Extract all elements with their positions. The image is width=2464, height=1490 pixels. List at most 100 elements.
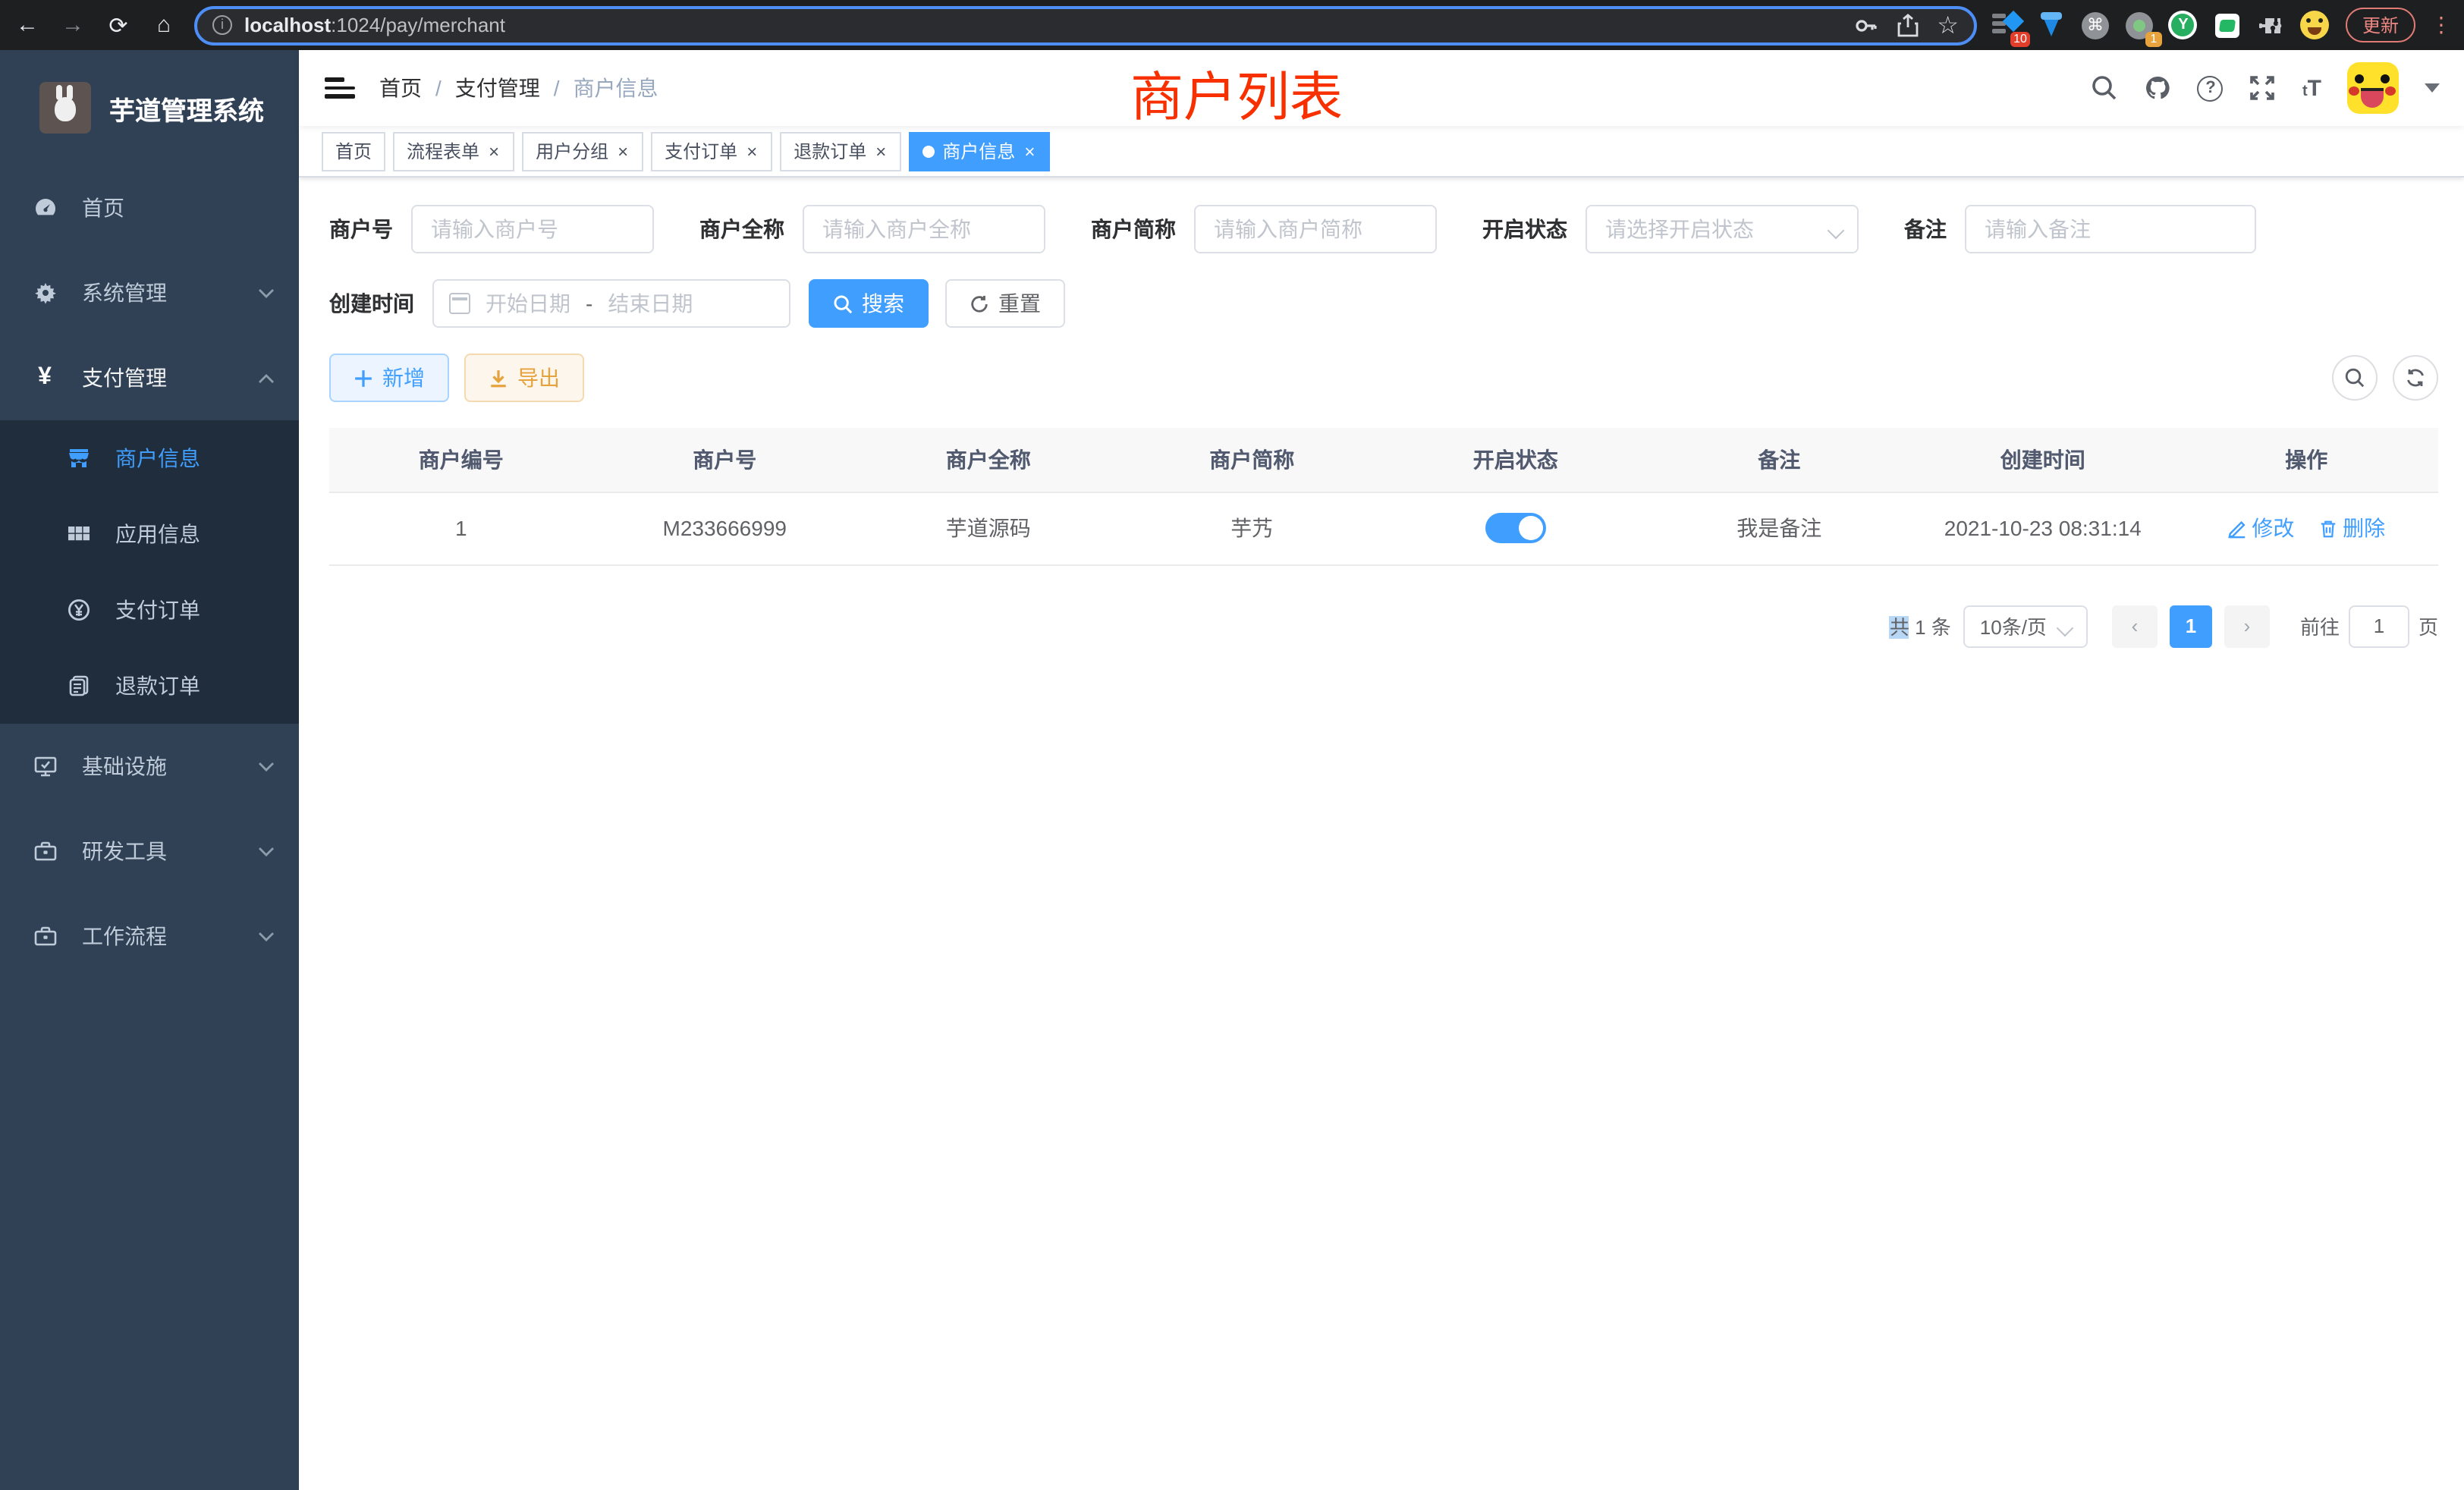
sidebar-item-home[interactable]: 首页 xyxy=(0,165,299,250)
extension-chat-icon[interactable] xyxy=(2212,10,2242,40)
sidebar-item-label: 系统管理 xyxy=(82,278,234,308)
top-navbar: 首页 / 支付管理 / 商户信息 ? tT xyxy=(299,50,2464,126)
delete-link[interactable]: 删除 xyxy=(2318,513,2385,543)
extension-session-icon[interactable]: 1 xyxy=(2124,10,2154,40)
table-row: 1 M233666999 芋道源码 芋艿 我是备注 2021-10-23 08:… xyxy=(329,492,2438,564)
merchant-no-input[interactable] xyxy=(411,205,654,253)
sidebar-item-pay-order[interactable]: 支付订单 xyxy=(0,572,299,648)
sidebar-item-dev-tools[interactable]: 研发工具 xyxy=(0,809,299,894)
help-icon[interactable]: ? xyxy=(2198,75,2224,101)
range-separator: - xyxy=(586,291,592,316)
reset-button[interactable]: 重置 xyxy=(945,279,1065,328)
cell-id: 1 xyxy=(329,492,593,564)
start-date-placeholder[interactable]: 开始日期 xyxy=(486,288,570,319)
breadcrumb-item-current: 商户信息 xyxy=(574,73,658,103)
sidebar-submenu-pay: 商户信息 应用信息 支付订单 xyxy=(0,420,299,724)
edit-link[interactable]: 修改 xyxy=(2227,513,2294,543)
goto-page-input[interactable] xyxy=(2349,605,2409,647)
tab-pay-order[interactable]: 支付订单 xyxy=(651,131,772,171)
github-icon[interactable] xyxy=(2145,74,2172,102)
sidebar-item-system[interactable]: 系统管理 xyxy=(0,250,299,335)
extension-gem-icon[interactable] xyxy=(2036,10,2066,40)
extension-command-icon[interactable]: ⌘ xyxy=(2080,10,2110,40)
refresh-icon xyxy=(970,294,989,313)
full-name-input[interactable] xyxy=(803,205,1045,253)
next-page-button[interactable]: › xyxy=(2224,605,2270,647)
extension-blocks-icon[interactable]: 10 xyxy=(1992,10,2022,40)
password-key-icon[interactable] xyxy=(1853,13,1878,37)
sidebar-item-app-info[interactable]: 应用信息 xyxy=(0,496,299,572)
browser-menu-icon[interactable]: ⋮ xyxy=(2431,12,2452,38)
tab-user-group[interactable]: 用户分组 xyxy=(522,131,643,171)
close-icon[interactable] xyxy=(874,142,888,160)
total-count: 共 1 条 xyxy=(1890,611,1951,640)
address-bar[interactable]: i localhost:1024/pay/merchant ☆ xyxy=(194,5,1977,45)
bookmark-star-icon[interactable]: ☆ xyxy=(1937,10,1959,40)
sidebar-item-merchant-info[interactable]: 商户信息 xyxy=(0,420,299,496)
share-icon[interactable] xyxy=(1896,13,1919,37)
browser-update-button[interactable]: 更新 xyxy=(2346,8,2415,42)
sidebar-item-label: 应用信息 xyxy=(115,519,275,549)
trash-icon xyxy=(2318,518,2338,538)
tab-merchant-info[interactable]: 商户信息 xyxy=(909,131,1050,171)
sidebar-logo-row[interactable]: 芋道管理系统 xyxy=(0,50,299,165)
sidebar-item-infrastructure[interactable]: 基础设施 xyxy=(0,724,299,809)
prev-page-button[interactable]: ‹ xyxy=(2112,605,2158,647)
col-header: 商户编号 xyxy=(329,428,593,492)
merchant-table: 商户编号 商户号 商户全称 商户简称 开启状态 备注 创建时间 操作 1 xyxy=(329,428,2438,565)
tab-home[interactable]: 首页 xyxy=(322,131,385,171)
url-text[interactable]: localhost:1024/pay/merchant xyxy=(244,14,505,36)
close-icon[interactable] xyxy=(487,142,501,160)
col-header: 开启状态 xyxy=(1384,428,1648,492)
breadcrumb-item[interactable]: 首页 xyxy=(379,73,422,103)
page-size-select[interactable]: 10条/页 xyxy=(1963,605,2088,647)
filter-label-merchant-no: 商户号 xyxy=(329,214,393,244)
cell-status xyxy=(1384,492,1648,564)
short-name-input[interactable] xyxy=(1194,205,1437,253)
create-time-range-picker[interactable]: 开始日期 - 结束日期 xyxy=(432,279,790,328)
avatar[interactable] xyxy=(2347,62,2399,114)
status-toggle[interactable] xyxy=(1485,513,1546,543)
refresh-table-button[interactable] xyxy=(2393,355,2438,401)
dashboard-icon xyxy=(32,196,58,220)
sidebar-item-workflow[interactable]: 工作流程 xyxy=(0,894,299,979)
tab-process-form[interactable]: 流程表单 xyxy=(393,131,514,171)
remark-input[interactable] xyxy=(1965,205,2256,253)
extension-emoji-icon[interactable] xyxy=(2300,10,2330,40)
fullscreen-icon[interactable] xyxy=(2249,74,2277,102)
sidebar-item-label: 工作流程 xyxy=(82,921,234,951)
site-info-icon[interactable]: i xyxy=(212,15,232,35)
close-icon[interactable] xyxy=(745,142,759,160)
filter-label-short-name: 商户简称 xyxy=(1091,214,1176,244)
breadcrumb-item[interactable]: 支付管理 xyxy=(455,73,540,103)
font-size-icon[interactable]: tT xyxy=(2302,75,2321,101)
export-button[interactable]: 导出 xyxy=(464,354,584,402)
annotation-merchant-list: 商户列表 xyxy=(1130,55,1343,132)
browser-home-icon[interactable]: ⌂ xyxy=(149,12,179,38)
page-number-1[interactable]: 1 xyxy=(2170,605,2212,647)
browser-back-icon[interactable]: ← xyxy=(12,12,42,38)
chevron-down-icon[interactable] xyxy=(2425,83,2440,93)
app-title: 芋道管理系统 xyxy=(109,89,264,127)
close-icon[interactable] xyxy=(616,142,630,160)
browser-forward-icon[interactable]: → xyxy=(58,12,88,38)
search-button[interactable]: 搜索 xyxy=(809,279,929,328)
navbar-right-icons: ? tT xyxy=(2092,62,2440,114)
browser-reload-icon[interactable]: ⟳ xyxy=(103,11,134,39)
tab-refund-order[interactable]: 退款订单 xyxy=(780,131,901,171)
close-icon[interactable] xyxy=(1023,142,1036,160)
chevron-up-icon xyxy=(258,372,275,383)
edit-icon xyxy=(2227,518,2247,538)
sidebar-item-refund-order[interactable]: 退款订单 xyxy=(0,648,299,724)
status-select[interactable]: 请选择开启状态 xyxy=(1586,205,1859,253)
sidebar-item-pay[interactable]: ¥ 支付管理 xyxy=(0,335,299,420)
toggle-search-button[interactable] xyxy=(2332,355,2378,401)
yen-circle-icon xyxy=(65,598,91,622)
add-button[interactable]: 新增 xyxy=(329,354,449,402)
search-icon[interactable] xyxy=(2092,74,2119,102)
collapse-sidebar-icon[interactable] xyxy=(325,73,355,103)
extensions-puzzle-icon[interactable] xyxy=(2256,10,2286,40)
refresh-icon xyxy=(2405,367,2426,388)
end-date-placeholder[interactable]: 结束日期 xyxy=(608,288,693,319)
extension-y-icon[interactable]: Y xyxy=(2168,10,2198,40)
